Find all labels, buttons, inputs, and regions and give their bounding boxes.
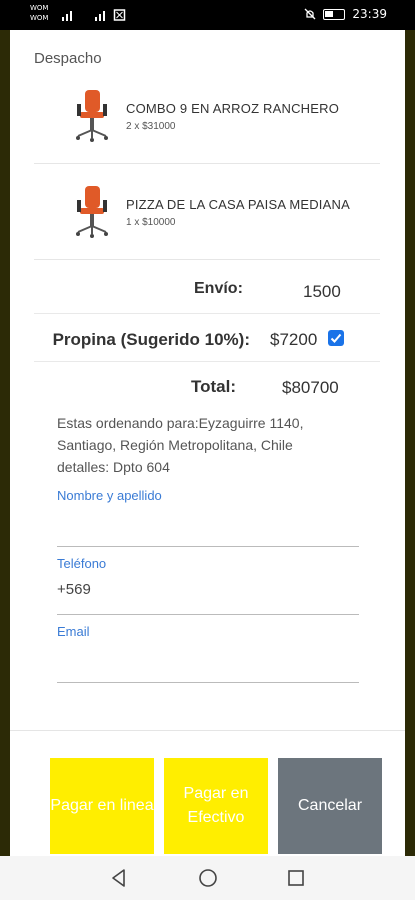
- section-title: Despacho: [34, 50, 102, 67]
- item-name: COMBO 9 EN ARROZ RANCHERO: [126, 101, 340, 116]
- phone-field-underline: [57, 614, 359, 615]
- total-value: $80700: [282, 378, 339, 397]
- checkout-dialog: Despacho COMBO 9 EN ARROZ RANCHERO 2 x $…: [10, 30, 405, 856]
- tip-label: Propina (Sugerido 10%):: [52, 330, 250, 349]
- back-icon[interactable]: [108, 867, 130, 889]
- total-row: Total: $80700: [34, 362, 380, 410]
- item-quantity-price: 2 x $31000: [126, 121, 176, 132]
- battery-icon: [323, 8, 346, 20]
- name-field-underline: [57, 546, 359, 547]
- cart-item: COMBO 9 EN ARROZ RANCHERO 2 x $31000: [34, 68, 380, 164]
- pay-cash-button[interactable]: Pagar en Efectivo: [164, 758, 268, 854]
- tip-row: Propina (Sugerido 10%): $7200: [34, 314, 380, 362]
- footer-divider: [10, 730, 405, 731]
- status-bar: WOM WOM 23:39: [0, 0, 415, 30]
- shipping-row: Envío: 1500: [34, 266, 380, 314]
- signal-icon: [95, 11, 105, 21]
- home-icon[interactable]: [197, 867, 219, 889]
- office-chair-icon: [76, 186, 108, 238]
- shipping-value: 1500: [303, 282, 341, 301]
- signal-icon: [62, 11, 72, 21]
- item-quantity-price: 1 x $10000: [126, 217, 176, 228]
- cart-item: PIZZA DE LA CASA PAISA MEDIANA 1 x $1000…: [34, 164, 380, 260]
- item-name: PIZZA DE LA CASA PAISA MEDIANA: [126, 197, 350, 212]
- delivery-address-line: Estas ordenando para:Eyzaguirre 1140,: [57, 415, 304, 431]
- status-right: 23:39: [304, 7, 387, 21]
- carrier-label-2: WOM: [30, 14, 49, 22]
- email-field-label: Email: [57, 624, 90, 639]
- cancel-button[interactable]: Cancelar: [278, 758, 382, 854]
- email-field-underline: [57, 682, 359, 683]
- name-field-label: Nombre y apellido: [57, 488, 162, 503]
- carrier-label-1: WOM: [30, 4, 49, 12]
- clock: 23:39: [352, 7, 387, 21]
- checkmark-icon: [330, 333, 342, 343]
- phone-field[interactable]: +569: [57, 581, 91, 598]
- delivery-address-line: Santiago, Región Metropolitana, Chile: [57, 437, 293, 453]
- carrier-info: WOM WOM: [30, 3, 48, 23]
- phone-field-label: Teléfono: [57, 556, 107, 571]
- total-label: Total:: [191, 377, 237, 396]
- delivery-info: Estas ordenando para:Eyzaguirre 1140, Sa…: [57, 412, 357, 478]
- shipping-label: Envío:: [194, 280, 243, 297]
- recents-icon[interactable]: [285, 867, 307, 889]
- delivery-details-line: detalles: Dpto 604: [57, 459, 170, 475]
- mute-bell-icon: [304, 8, 316, 20]
- pay-online-button[interactable]: Pagar en linea: [50, 758, 154, 854]
- tip-checkbox[interactable]: [328, 330, 344, 346]
- tip-value: $7200: [270, 330, 318, 349]
- office-chair-icon: [76, 90, 108, 142]
- sim-icon: [113, 9, 126, 21]
- navigation-bar: [0, 856, 415, 900]
